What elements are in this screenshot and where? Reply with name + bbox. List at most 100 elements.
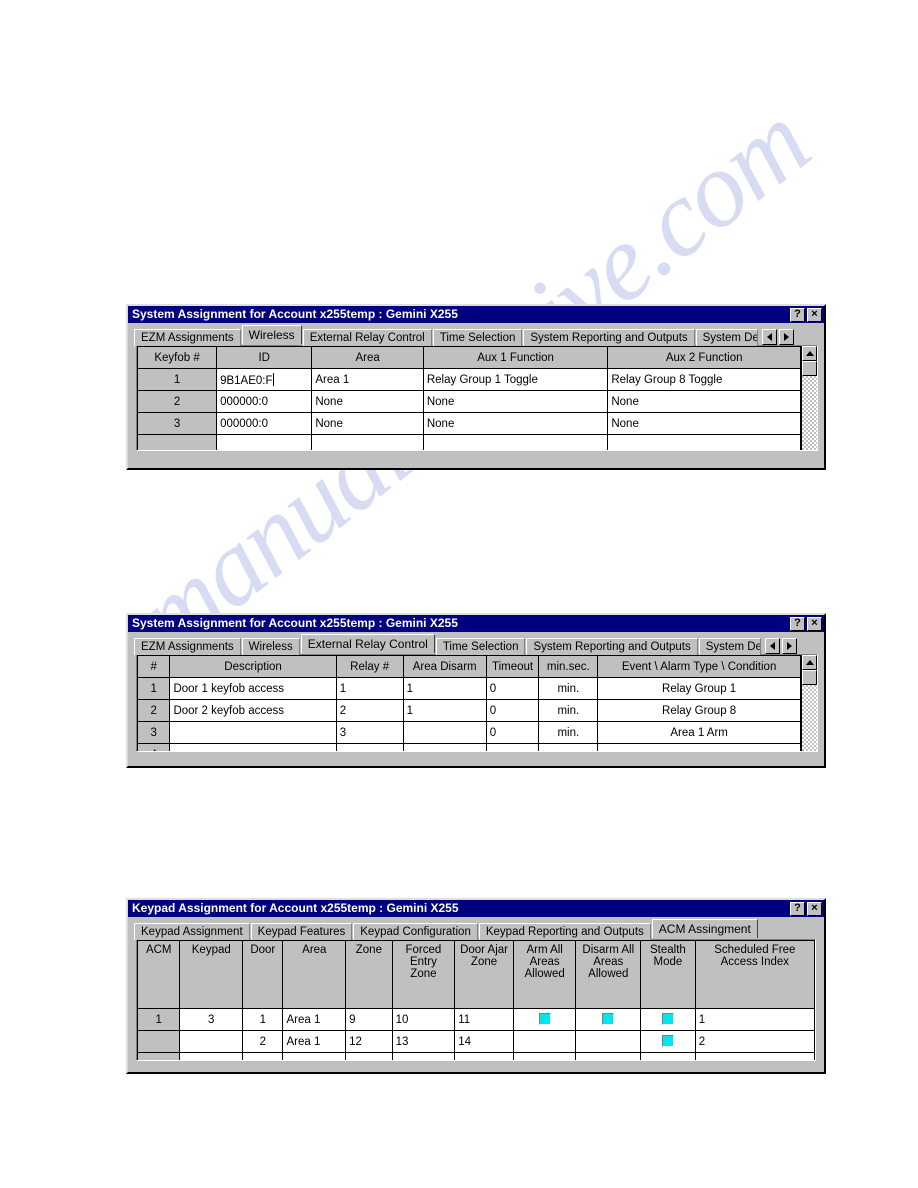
scrollbar-track[interactable] bbox=[802, 685, 817, 751]
col-event-alarm-type-condition[interactable]: Event \ Alarm Type \ Condition bbox=[597, 655, 801, 678]
cell-forced-entry-zone[interactable]: 13 bbox=[391, 1030, 456, 1053]
cell-index[interactable]: 2 bbox=[137, 699, 171, 722]
cell-arm-all-areas-allowed[interactable] bbox=[512, 1030, 577, 1053]
cell-description[interactable] bbox=[169, 721, 337, 744]
checkbox-checked-icon[interactable] bbox=[602, 1013, 615, 1026]
cell-area[interactable]: Area 1 bbox=[282, 1030, 347, 1053]
tab-system-description[interactable]: System Descri bbox=[695, 329, 758, 346]
cell-relay[interactable]: 3 bbox=[335, 721, 404, 744]
cell-keypad[interactable]: 3 bbox=[179, 1008, 244, 1031]
cell-timeout[interactable]: 0 bbox=[485, 699, 540, 722]
scroll-up-button[interactable] bbox=[802, 655, 817, 670]
tab-wireless[interactable]: Wireless bbox=[241, 325, 302, 344]
cell-forced-entry-zone[interactable]: 10 bbox=[391, 1008, 456, 1031]
cell-area[interactable]: None bbox=[311, 412, 424, 435]
tab-keypad-assignment[interactable]: Keypad Assignment bbox=[134, 923, 250, 940]
grid-vertical-scrollbar[interactable] bbox=[801, 655, 817, 751]
cell-aux-2[interactable]: None bbox=[607, 390, 801, 413]
cell-min-sec[interactable]: min. bbox=[538, 677, 599, 700]
tab-wireless[interactable]: Wireless bbox=[241, 638, 300, 655]
cell-scheduled-free-access-index[interactable] bbox=[694, 1052, 815, 1060]
cell-zone[interactable]: 12 bbox=[345, 1030, 393, 1053]
cell-aux-2[interactable]: None bbox=[607, 412, 801, 435]
tab-keypad-reporting-and-outputs[interactable]: Keypad Reporting and Outputs bbox=[478, 923, 651, 940]
cell-zone[interactable] bbox=[345, 1052, 393, 1060]
cell-aux-2[interactable]: Relay Group 8 Toggle bbox=[607, 368, 801, 391]
table-row[interactable]: 1 Door 1 keyfob access 1 1 0 min. Relay … bbox=[137, 677, 801, 700]
cell-acm[interactable] bbox=[137, 1052, 181, 1060]
tab-keypad-configuration[interactable]: Keypad Configuration bbox=[353, 923, 478, 940]
cell-id[interactable]: 000000:0 bbox=[216, 390, 313, 413]
tab-scroll-right-button[interactable] bbox=[778, 329, 794, 345]
table-row[interactable]: 3 3 0 min. Area 1 Arm bbox=[137, 721, 801, 744]
col-id[interactable]: ID bbox=[216, 346, 313, 369]
table-row[interactable] bbox=[137, 434, 801, 450]
col-relay-number[interactable]: Relay # bbox=[335, 655, 404, 678]
cell-area[interactable]: Area 1 bbox=[282, 1008, 347, 1031]
checkbox-checked-icon[interactable] bbox=[661, 1035, 674, 1048]
cell-arm-all-areas-allowed[interactable] bbox=[512, 1052, 577, 1060]
cell-door-ajar-zone[interactable]: 11 bbox=[454, 1008, 514, 1031]
table-row[interactable]: 2 Door 2 keyfob access 2 1 0 min. Relay … bbox=[137, 699, 801, 722]
cell-index[interactable]: 3 bbox=[137, 721, 171, 744]
cell-aux-2[interactable] bbox=[607, 434, 801, 450]
cell-acm[interactable] bbox=[137, 1030, 181, 1053]
cell-event[interactable]: Area 1 Arm bbox=[597, 721, 801, 744]
scrollbar-track[interactable] bbox=[802, 376, 817, 450]
col-acm[interactable]: ACM bbox=[137, 940, 181, 1009]
window-keypad-assignment-acm[interactable]: Keypad Assignment for Account x255temp :… bbox=[126, 898, 826, 1074]
table-row[interactable]: 3 000000:0 None None None bbox=[137, 412, 801, 435]
table-row[interactable]: 2 Area 1 12 13 14 2 bbox=[137, 1030, 815, 1053]
cell-stealth-mode[interactable] bbox=[640, 1008, 696, 1031]
cell-relay[interactable]: 1 bbox=[335, 677, 404, 700]
cell-arm-all-areas-allowed[interactable] bbox=[512, 1008, 577, 1031]
tab-system-description[interactable]: System Descri bbox=[698, 638, 761, 655]
cell-description[interactable] bbox=[169, 743, 337, 751]
grid-vertical-scrollbar[interactable] bbox=[801, 346, 817, 450]
tab-scroll-left-button[interactable] bbox=[761, 329, 777, 345]
cell-relay[interactable]: 2 bbox=[335, 699, 404, 722]
cell-index[interactable]: 1 bbox=[137, 677, 171, 700]
cell-area[interactable]: None bbox=[311, 390, 424, 413]
col-arm-all-areas-allowed[interactable]: Arm All Areas Allowed bbox=[512, 940, 577, 1009]
table-row[interactable]: 1 9B1AE0:F Area 1 Relay Group 1 Toggle R… bbox=[137, 368, 801, 391]
col-door-ajar-zone[interactable]: Door Ajar Zone bbox=[454, 940, 514, 1009]
cell-area-disarm[interactable]: 1 bbox=[402, 677, 487, 700]
table-row[interactable]: 2 000000:0 None None None bbox=[137, 390, 801, 413]
cell-door-ajar-zone[interactable] bbox=[454, 1052, 514, 1060]
col-scheduled-free-access-index[interactable]: Scheduled Free Access Index bbox=[694, 940, 815, 1009]
cell-relay[interactable] bbox=[335, 743, 404, 751]
cell-forced-entry-zone[interactable] bbox=[391, 1052, 456, 1060]
cell-description[interactable]: Door 1 keyfob access bbox=[169, 677, 337, 700]
col-aux-1-function[interactable]: Aux 1 Function bbox=[422, 346, 609, 369]
cell-id[interactable]: 000000:0 bbox=[216, 412, 313, 435]
col-aux-2-function[interactable]: Aux 2 Function bbox=[607, 346, 801, 369]
cell-stealth-mode[interactable] bbox=[640, 1052, 696, 1060]
scroll-up-button[interactable] bbox=[802, 346, 817, 361]
cell-disarm-all-areas-allowed[interactable] bbox=[575, 1008, 642, 1031]
cell-area-disarm[interactable] bbox=[402, 743, 487, 751]
cell-keyfob-number[interactable]: 2 bbox=[137, 390, 218, 413]
tab-system-reporting-and-outputs[interactable]: System Reporting and Outputs bbox=[523, 329, 695, 346]
cell-id-editing[interactable]: 9B1AE0:F bbox=[216, 368, 313, 391]
cell-area[interactable] bbox=[282, 1052, 347, 1060]
scrollbar-thumb[interactable] bbox=[802, 670, 817, 685]
cell-scheduled-free-access-index[interactable]: 2 bbox=[694, 1030, 815, 1053]
window-system-assignment-wireless[interactable]: System Assignment for Account x255temp :… bbox=[126, 304, 826, 470]
col-keyfob-number[interactable]: Keyfob # bbox=[137, 346, 218, 369]
checkbox-checked-icon[interactable] bbox=[538, 1013, 551, 1026]
tab-acm-assignment[interactable]: ACM Assingment bbox=[651, 919, 758, 938]
table-row[interactable] bbox=[137, 1052, 815, 1060]
col-disarm-all-areas-allowed[interactable]: Disarm All Areas Allowed bbox=[575, 940, 642, 1009]
col-area-disarm[interactable]: Area Disarm bbox=[402, 655, 487, 678]
help-button[interactable]: ? bbox=[790, 307, 805, 322]
tab-external-relay-control[interactable]: External Relay Control bbox=[302, 329, 432, 346]
cell-aux-1[interactable]: Relay Group 1 Toggle bbox=[422, 368, 609, 391]
col-min-sec[interactable]: min.sec. bbox=[538, 655, 599, 678]
col-area[interactable]: Area bbox=[282, 940, 347, 1009]
cell-event[interactable] bbox=[597, 743, 801, 751]
col-timeout[interactable]: Timeout bbox=[485, 655, 540, 678]
tab-ezm-assignments[interactable]: EZM Assignments bbox=[134, 329, 241, 346]
cell-keypad[interactable] bbox=[179, 1052, 244, 1060]
help-button[interactable]: ? bbox=[790, 616, 805, 631]
